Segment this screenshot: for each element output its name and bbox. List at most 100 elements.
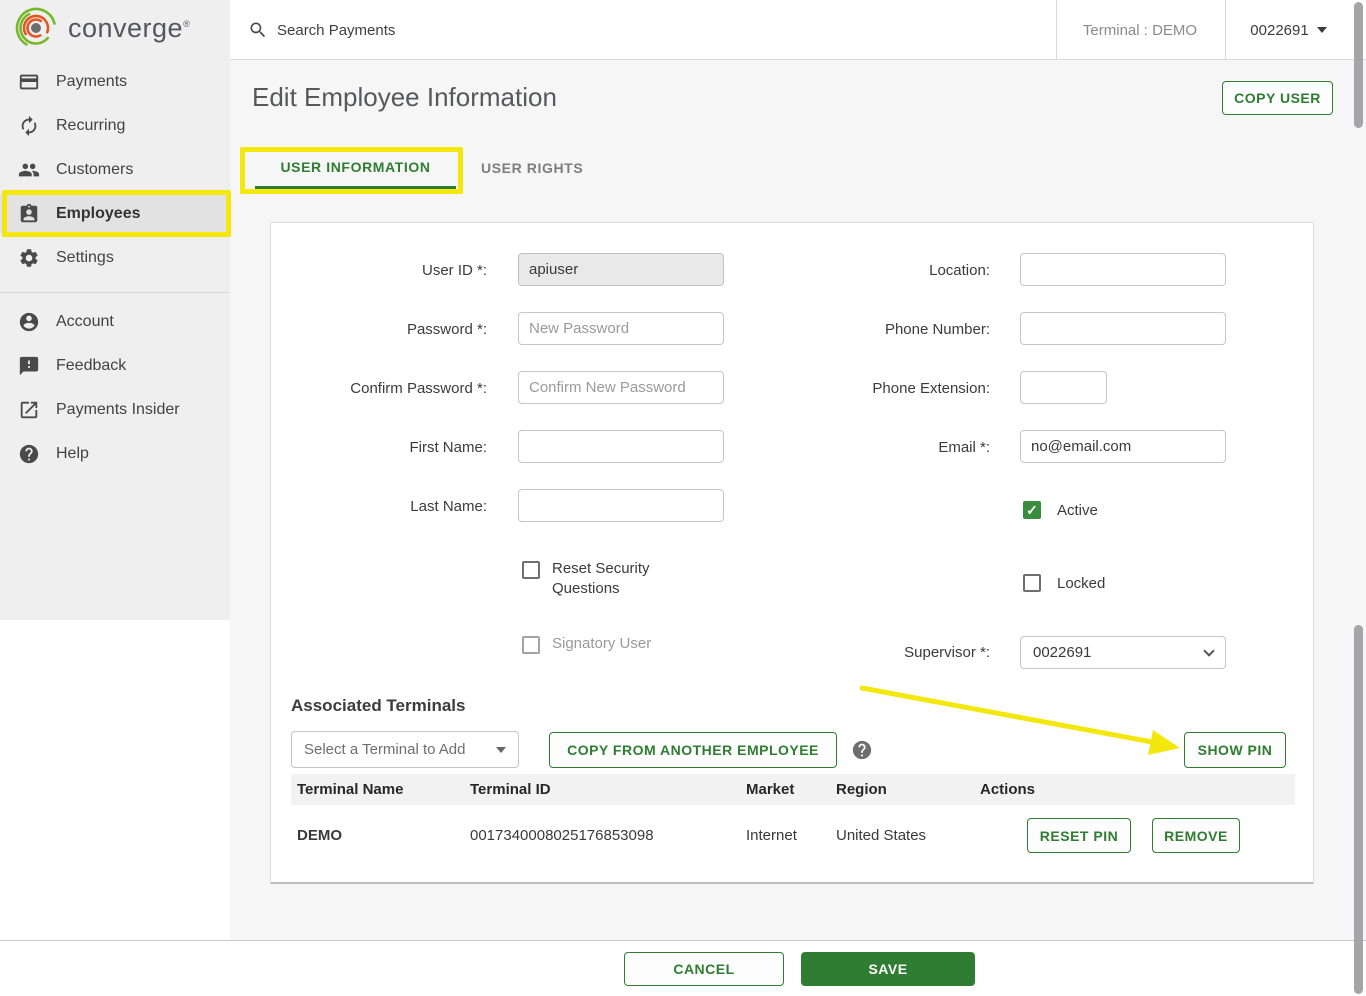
save-button[interactable]: SAVE bbox=[801, 952, 975, 986]
password-field[interactable] bbox=[518, 312, 724, 345]
cell-terminal-id: 0017340008025176853098 bbox=[470, 827, 654, 844]
sidebar-item-feedback[interactable]: Feedback bbox=[0, 347, 230, 385]
action-footer: CANCEL SAVE bbox=[0, 940, 1366, 996]
account-dropdown[interactable]: 0022691 bbox=[1226, 0, 1351, 60]
tab-user-rights[interactable]: USER RIGHTS bbox=[481, 160, 583, 176]
sidebar-item-payments[interactable]: Payments bbox=[0, 63, 230, 101]
terminal-indicator: Terminal : DEMO bbox=[1056, 0, 1224, 60]
sidebar-item-label: Feedback bbox=[56, 357, 126, 375]
signatory-user-label: Signatory User bbox=[552, 635, 651, 652]
sidebar-item-label: Customers bbox=[56, 161, 133, 179]
chevron-down-icon bbox=[1203, 645, 1214, 656]
sidebar-item-employees[interactable]: Employees bbox=[0, 195, 230, 233]
sidebar-item-label: Recurring bbox=[56, 117, 125, 135]
first-name-label: First Name: bbox=[281, 439, 487, 456]
remove-button[interactable]: REMOVE bbox=[1152, 818, 1240, 853]
locked-checkbox[interactable] bbox=[1023, 574, 1041, 592]
col-terminal-name: Terminal Name bbox=[297, 781, 403, 798]
converge-logo-icon bbox=[14, 6, 58, 50]
cell-region: United States bbox=[836, 827, 926, 844]
dropdown-arrow-icon bbox=[496, 747, 506, 753]
sidebar-item-customers[interactable]: Customers bbox=[0, 151, 230, 189]
phone-extension-label: Phone Extension: bbox=[701, 380, 990, 397]
email-label: Email *: bbox=[701, 439, 990, 456]
col-actions: Actions bbox=[980, 781, 1035, 798]
sidebar-item-help[interactable]: Help bbox=[0, 435, 230, 473]
sidebar-item-label: Payments bbox=[56, 73, 127, 91]
scrollbar-thumb-top[interactable] bbox=[1354, 2, 1363, 128]
show-pin-button[interactable]: SHOW PIN bbox=[1184, 732, 1286, 768]
employee-form-card: User ID *: Password *: Confirm Password … bbox=[270, 222, 1314, 884]
copy-user-button[interactable]: COPY USER bbox=[1222, 81, 1333, 115]
terminal-select-placeholder: Select a Terminal to Add bbox=[304, 741, 465, 758]
last-name-label: Last Name: bbox=[281, 498, 487, 515]
user-id-field[interactable] bbox=[518, 253, 724, 286]
email-field[interactable] bbox=[1020, 430, 1226, 463]
sidebar-item-settings[interactable]: Settings bbox=[0, 239, 230, 277]
locked-label: Locked bbox=[1057, 575, 1105, 592]
confirm-password-label: Confirm Password *: bbox=[281, 380, 487, 397]
user-id-label: User ID *: bbox=[281, 262, 487, 279]
tab-user-information[interactable]: USER INFORMATION bbox=[255, 152, 456, 190]
reset-security-label: Reset Security Questions bbox=[552, 559, 668, 599]
sidebar-item-recurring[interactable]: Recurring bbox=[0, 107, 230, 145]
scrollbar-thumb-bottom[interactable] bbox=[1354, 625, 1363, 994]
search-input[interactable]: Search Payments bbox=[248, 0, 395, 60]
cancel-button[interactable]: CANCEL bbox=[624, 952, 784, 986]
col-market: Market bbox=[746, 781, 794, 798]
location-label: Location: bbox=[701, 262, 990, 279]
converge-logo[interactable]: converge® bbox=[14, 6, 190, 50]
phone-extension-field[interactable] bbox=[1020, 371, 1107, 404]
phone-number-field[interactable] bbox=[1020, 312, 1226, 345]
col-terminal-id: Terminal ID bbox=[470, 781, 551, 798]
col-region: Region bbox=[836, 781, 887, 798]
badge-icon bbox=[18, 203, 40, 225]
supervisor-label: Supervisor *: bbox=[701, 644, 990, 661]
password-label: Password *: bbox=[281, 321, 487, 338]
last-name-field[interactable] bbox=[518, 489, 724, 522]
location-field[interactable] bbox=[1020, 253, 1226, 286]
account-icon bbox=[18, 311, 40, 333]
help-icon bbox=[18, 443, 40, 465]
brand-name: converge® bbox=[68, 13, 190, 44]
table-row: DEMO 0017340008025176853098 Internet Uni… bbox=[291, 805, 1295, 867]
sidebar-item-payments-insider[interactable]: Payments Insider bbox=[0, 391, 230, 429]
feedback-icon bbox=[18, 355, 40, 377]
sidebar-item-label: Settings bbox=[56, 249, 114, 267]
card-icon bbox=[18, 71, 40, 93]
sidebar-item-label: Employees bbox=[56, 205, 140, 223]
topbar: Search Payments Terminal : DEMO 0022691 bbox=[230, 0, 1366, 60]
sidebar: converge® Payments Recurring Customers E… bbox=[0, 0, 230, 620]
recurring-icon bbox=[18, 115, 40, 137]
sidebar-item-label: Payments Insider bbox=[56, 401, 180, 419]
sidebar-item-label: Account bbox=[56, 313, 114, 331]
terminals-table-header: Terminal Name Terminal ID Market Region … bbox=[291, 774, 1295, 805]
supervisor-select-value: 0022691 bbox=[1033, 644, 1091, 661]
search-placeholder: Search Payments bbox=[277, 22, 395, 39]
trademark-mark: ® bbox=[183, 19, 190, 29]
sidebar-item-account[interactable]: Account bbox=[0, 303, 230, 341]
reset-pin-button[interactable]: RESET PIN bbox=[1027, 818, 1131, 853]
active-label: Active bbox=[1057, 502, 1098, 519]
people-icon bbox=[18, 159, 40, 181]
gear-icon bbox=[18, 247, 40, 269]
copy-from-employee-button[interactable]: COPY FROM ANOTHER EMPLOYEE bbox=[549, 732, 837, 768]
signatory-user-checkbox[interactable] bbox=[522, 636, 540, 654]
reset-security-checkbox[interactable] bbox=[522, 561, 540, 579]
account-id: 0022691 bbox=[1250, 22, 1308, 39]
terminal-select[interactable]: Select a Terminal to Add bbox=[291, 731, 519, 768]
sidebar-item-label: Help bbox=[56, 445, 89, 463]
help-icon[interactable] bbox=[851, 739, 873, 761]
cell-terminal-name: DEMO bbox=[297, 827, 342, 844]
first-name-field[interactable] bbox=[518, 430, 724, 463]
active-checkbox[interactable] bbox=[1023, 501, 1041, 519]
external-link-icon bbox=[18, 399, 40, 421]
supervisor-select[interactable]: 0022691 bbox=[1020, 636, 1226, 669]
associated-terminals-heading: Associated Terminals bbox=[291, 696, 465, 716]
confirm-password-field[interactable] bbox=[518, 371, 724, 404]
chevron-down-icon bbox=[1317, 27, 1327, 33]
search-icon bbox=[248, 20, 268, 40]
cell-market: Internet bbox=[746, 827, 797, 844]
phone-number-label: Phone Number: bbox=[701, 321, 990, 338]
sidebar-divider bbox=[0, 292, 230, 293]
